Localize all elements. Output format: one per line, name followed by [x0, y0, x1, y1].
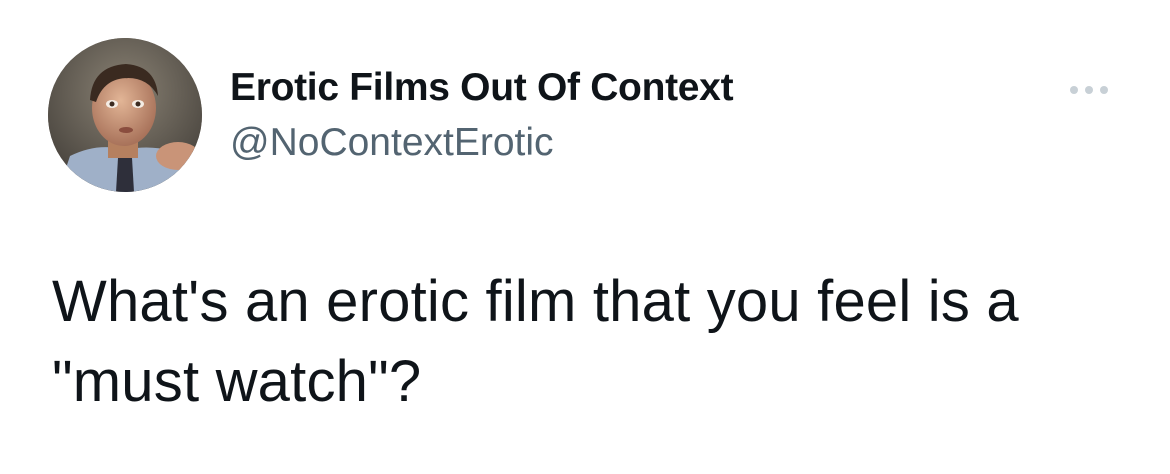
tweet-text: What's an erotic film that you feel is a…	[52, 269, 1019, 414]
tweet-card[interactable]: Erotic Films Out Of Context @NoContextEr…	[0, 0, 1170, 474]
profile-avatar[interactable]	[48, 38, 202, 192]
avatar-photo	[48, 38, 202, 192]
author-display-name[interactable]: Erotic Films Out Of Context	[230, 66, 734, 110]
more-options-button[interactable]	[1058, 70, 1120, 110]
more-horizontal-icon-dot	[1085, 86, 1093, 94]
more-horizontal-icon-dot	[1100, 86, 1108, 94]
author-handle[interactable]: @NoContextErotic	[230, 121, 554, 165]
more-horizontal-icon	[1070, 86, 1078, 94]
